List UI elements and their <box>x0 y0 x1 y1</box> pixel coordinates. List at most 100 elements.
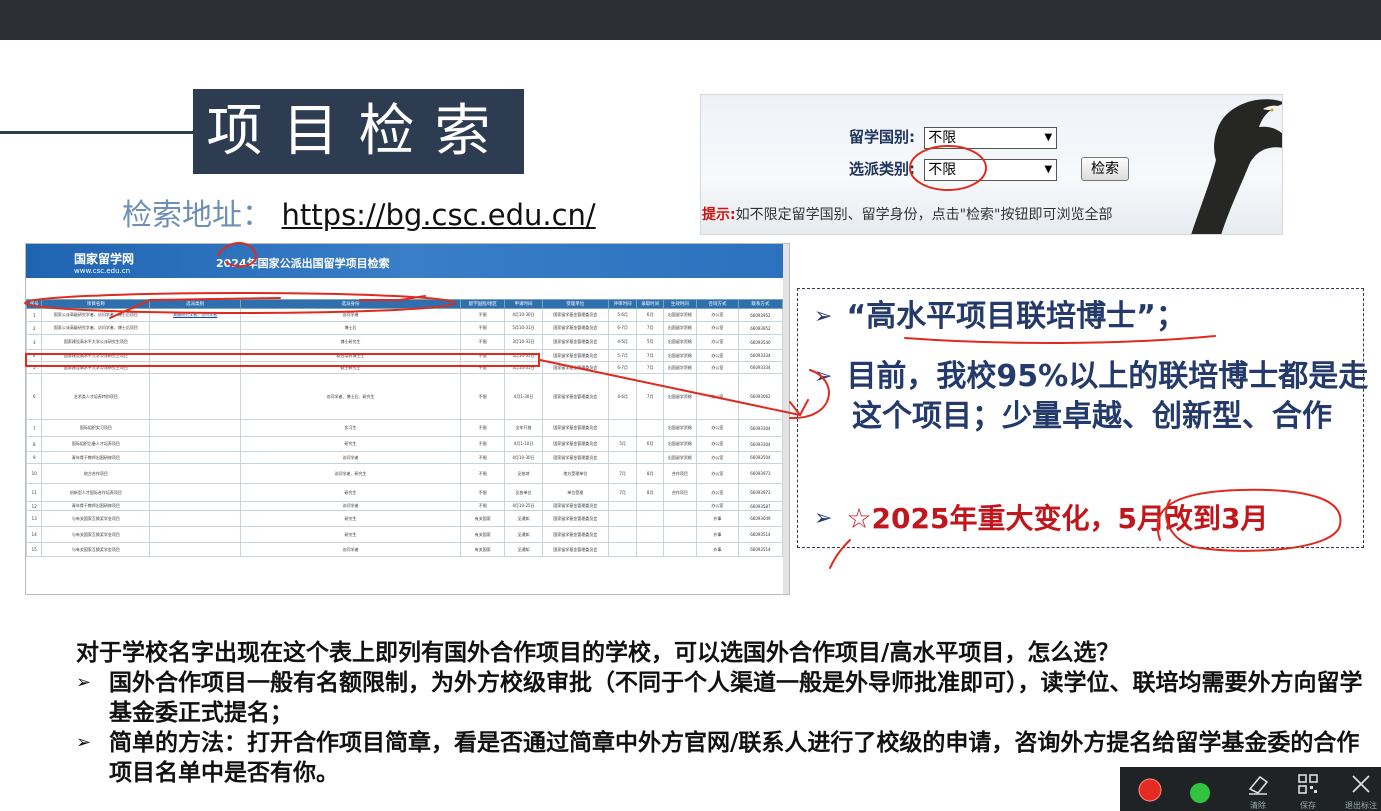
table-cell: 国家建设高水平大学公派研究生项目 <box>41 361 151 374</box>
table-cell[interactable] <box>149 501 241 511</box>
color-dot-icon <box>1190 783 1210 803</box>
table-cell: 出国留学资格 <box>662 451 697 464</box>
table-cell: 66093952 <box>737 321 784 335</box>
clear-button[interactable]: 清除 <box>1246 773 1270 811</box>
bullet-1: ➢ “高水平项目联培博士”； <box>814 299 1186 334</box>
table-cell: 5月 <box>607 436 638 452</box>
table-cell[interactable] <box>149 349 241 362</box>
table-cell[interactable] <box>149 373 241 420</box>
table-cell[interactable]: 高级研究学者、访问学者 <box>149 308 241 322</box>
table-cell[interactable] <box>149 436 241 452</box>
table-cell: 66093062 <box>737 373 784 420</box>
table-row[interactable]: 3 国家建设高水平大学公派研究生项目 博士研究生 不限 3月10-31日 国家留学基金管理… <box>26 334 784 350</box>
table-cell[interactable] <box>149 451 241 464</box>
table-cell: 青年骨干教师出国研修项目 <box>41 451 151 464</box>
table-row[interactable]: 15 与有关国家互换奖学金项目 访问学者 有关国家 见通知 国家留学基金管理委员会 外事 66… <box>26 542 784 557</box>
table-cell: 不限 <box>460 308 506 322</box>
table-cell: 访问学者 <box>239 451 462 464</box>
table-cell: 11 <box>26 483 43 502</box>
table-cell: 7月 <box>636 373 664 420</box>
search-button[interactable]: 检索 <box>1081 157 1129 181</box>
table-cell: 8 <box>26 436 43 452</box>
table-cell: 4月10-30日 <box>504 451 543 464</box>
table-cell: 国家公派高级研究学者、访问学者、博士后项目 <box>41 321 151 335</box>
table-row[interactable]: 7 国际组织实习项目 实习生 不限 全年开放 国家留学基金管理委员会 出国留学资格 办公室 66… <box>26 419 784 437</box>
table-cell: 7月 <box>607 463 638 484</box>
table-cell: 不限 <box>460 483 506 502</box>
table-column-header: 留学国别/地区 <box>460 299 506 309</box>
table-cell[interactable] <box>149 361 241 374</box>
table-cell[interactable] <box>149 334 241 350</box>
table-cell: 5-7月 <box>607 349 638 362</box>
table-cell: 国家公派高级研究学者、访问学者、博士后项目 <box>41 308 151 322</box>
table-row[interactable]: 6 艺术类人才培养特别项目 访问学者、博士后、研究生 不限 4月1-30日 国家留学基金管… <box>26 373 784 420</box>
table-row[interactable]: 5 国家建设高水平大学公派研究生项目 硕士研究生 不限 3月10-31日 国家留学基金管理… <box>26 361 784 374</box>
table-cell[interactable] <box>149 483 241 502</box>
table-row[interactable]: 14 与有关国家互换奖学金项目 研究生 有关国家 见通知 国家留学基金管理委员会 外事 660… <box>26 526 784 543</box>
table-row[interactable]: 2 国家公派高级研究学者、访问学者、博士后项目 博士后 不限 5月10-31日 国家留学基… <box>26 321 784 335</box>
table-cell: 出国留学资格 <box>662 349 697 362</box>
bullet-box: ➢ “高水平项目联培博士”； ➢ 目前，我校95%以上的联培博士都是走这个项目；少量… <box>797 288 1368 548</box>
table-column-header: 受理单位 <box>541 299 609 309</box>
type-select[interactable]: 不限 ▼ <box>924 158 1058 181</box>
pen-color-button[interactable] <box>1189 782 1211 808</box>
table-cell: 办公室 <box>695 436 739 452</box>
country-select[interactable]: 不限 ▼ <box>924 126 1058 149</box>
table-cell[interactable] <box>149 510 241 527</box>
table-cell: 6月 <box>636 436 664 452</box>
bullet-2: ➢ 目前，我校95%以上的联培博士都是走这个项目；少量卓越、创新型、合作 <box>814 359 1369 434</box>
table-row[interactable]: 1 国家公派高级研究学者、访问学者、博士后项目 高级研究学者、访问学者 访问学者 不限 4… <box>26 308 784 322</box>
chevron-down-icon: ▼ <box>1044 131 1053 143</box>
table-row[interactable]: 9 青年骨干教师出国研修项目 访问学者 不限 4月10-30日 国家留学基金管理委员会 出国… <box>26 451 784 464</box>
table-cell: 出国留学资格 <box>662 373 697 420</box>
table-cell: 见通知 <box>504 526 543 543</box>
table-row[interactable]: 12 青年骨干教师出国研修项目 访问学者 不限 4月10-25日 国家留学基金管理委员会 办… <box>26 501 784 511</box>
table-column-header: 联系方式 <box>737 299 784 309</box>
table-cell[interactable] <box>149 419 241 437</box>
table-cell: 66093587 <box>737 501 784 511</box>
table-cell: 办公室 <box>695 308 739 322</box>
table-cell: 见通知 <box>504 542 543 557</box>
table-row[interactable]: 11 创新型人才国际合作培养项目 研究生 不限 见各单位 单位受理 7月 8月 合作项目 办公室 6… <box>26 483 784 502</box>
url-link[interactable]: https://bg.csc.edu.cn/ <box>282 198 596 232</box>
table-cell: 访问学者 <box>239 308 462 322</box>
save-button[interactable]: 保存 <box>1296 773 1320 811</box>
table-cell: 国家留学基金管理委员会 <box>541 436 609 452</box>
url-row: 检索地址： https://bg.csc.edu.cn/ <box>122 190 596 234</box>
table-column-header: 项目名称 <box>41 299 151 309</box>
exit-button[interactable]: 退出标注 <box>1345 773 1377 811</box>
table-cell: 6 <box>26 373 43 420</box>
table-cell: 与有关国家互换奖学金项目 <box>41 510 151 527</box>
table-cell[interactable] <box>149 321 241 335</box>
table-row[interactable]: 10 地方合作项目 访问学者、研究生 不限 见各地 地方受理单位 7月 8月 合作项目 办公室 66… <box>26 463 784 484</box>
table-row[interactable]: 8 国际组织后备人才培养项目 研究生 不限 4月1-10日 国家留学基金管理委员会 5月 6月… <box>26 436 784 452</box>
record-button[interactable] <box>1138 778 1162 806</box>
table-cell: 不限 <box>460 451 506 464</box>
table-cell: 66093334 <box>737 349 784 362</box>
scrollbar[interactable] <box>783 244 789 594</box>
table-cell: 3 <box>26 334 43 350</box>
search-tip: 提示:如不限定留学国别、留学身份，点击"检索"按钮即可浏览全部 <box>702 204 1113 224</box>
table-cell: 国际组织实习项目 <box>41 419 151 437</box>
table-cell: 访问学者 <box>239 501 462 511</box>
table-cell[interactable] <box>149 463 241 484</box>
table-cell: 7 <box>26 419 43 437</box>
table-cell: 办公室 <box>695 349 739 362</box>
table-cell: 4月10-30日 <box>504 308 543 322</box>
tip-text: 如不限定留学国别、留学身份，点击"检索"按钮即可浏览全部 <box>735 207 1113 223</box>
table-cell <box>636 419 664 437</box>
table-cell[interactable] <box>149 542 241 557</box>
table-cell <box>607 510 638 527</box>
table-cell: 与有关国家互换奖学金项目 <box>41 526 151 543</box>
table-row[interactable]: 13 与有关国家互换奖学金项目 研究生 有关国家 见通知 国家留学基金管理委员会 外事 660… <box>26 510 784 527</box>
table-cell[interactable] <box>149 526 241 543</box>
table-cell: 13 <box>26 510 43 527</box>
table-row[interactable]: 4 国家建设高水平大学公派研究生项目 联合培养博士生 不限 3月10-31日 国家留学基金… <box>26 349 784 362</box>
table-cell: 不限 <box>460 349 506 362</box>
table-cell: 5-6月 <box>607 308 638 322</box>
table-cell: 办公室 <box>695 419 739 437</box>
table-cell: 7月 <box>636 361 664 374</box>
table-column-header: 选派身份 <box>239 299 462 309</box>
country-label: 留学国别: <box>849 128 915 146</box>
table-cell <box>636 501 664 511</box>
